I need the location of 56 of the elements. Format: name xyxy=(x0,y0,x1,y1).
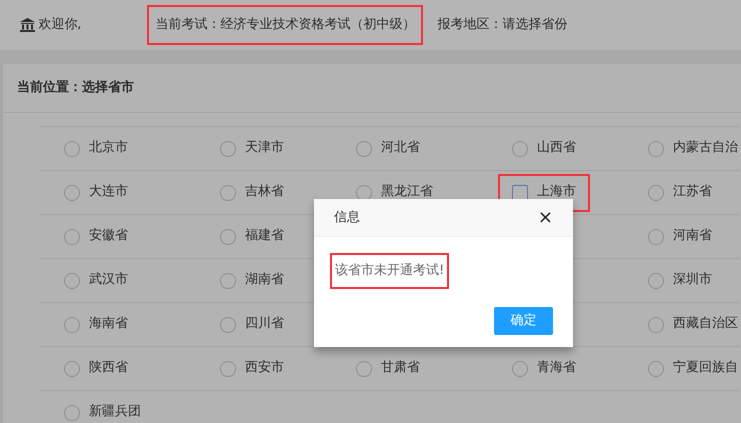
region-label[interactable]: 宁夏回族自 xyxy=(673,361,738,376)
radio-button[interactable] xyxy=(64,140,80,156)
radio-button[interactable] xyxy=(220,360,236,376)
radio-button[interactable] xyxy=(64,316,80,332)
radio-button[interactable] xyxy=(220,272,236,288)
region-label[interactable]: 吉林省 xyxy=(245,185,284,200)
region-label[interactable]: 深圳市 xyxy=(673,273,712,288)
region-label[interactable]: 海南省 xyxy=(89,317,128,332)
radio-button[interactable] xyxy=(220,140,236,156)
region-label[interactable]: 青海省 xyxy=(537,361,576,376)
dialog-title: 信息 xyxy=(334,208,360,227)
region-label[interactable]: 内蒙古自治 xyxy=(673,141,738,156)
region-label[interactable]: 西安市 xyxy=(245,361,284,376)
region-label[interactable]: 天津市 xyxy=(245,141,284,156)
region-label[interactable]: 西藏自治区 xyxy=(673,317,738,332)
radio-button[interactable] xyxy=(64,360,80,376)
radio-button[interactable] xyxy=(64,228,80,244)
radio-button[interactable] xyxy=(220,184,236,200)
region-label[interactable]: 陕西省 xyxy=(89,361,128,376)
radio-button[interactable] xyxy=(64,184,80,200)
region-label[interactable]: 安徽省 xyxy=(89,229,128,244)
radio-button[interactable] xyxy=(648,228,664,244)
region-label[interactable]: 江苏省 xyxy=(673,185,712,200)
region-label[interactable]: 湖南省 xyxy=(245,273,284,288)
radio-button[interactable] xyxy=(64,272,80,288)
breadcrumb: 当前位置：选择省市 xyxy=(3,64,741,113)
radio-button[interactable] xyxy=(648,272,664,288)
region-label[interactable]: 河北省 xyxy=(381,141,420,156)
region-label[interactable]: 甘肃省 xyxy=(381,361,420,376)
region-label[interactable]: 大连市 xyxy=(89,185,128,200)
region-label[interactable]: 河南省 xyxy=(673,229,712,244)
region-label[interactable]: 北京市 xyxy=(89,141,128,156)
radio-button[interactable] xyxy=(648,184,664,200)
radio-button[interactable] xyxy=(356,360,372,376)
exam-region: 报考地区：请选择省份 xyxy=(437,16,568,34)
radio-button[interactable] xyxy=(356,140,372,156)
radio-button[interactable] xyxy=(64,404,80,420)
welcome-text: 欢迎你, xyxy=(38,16,82,34)
radio-button[interactable] xyxy=(220,228,236,244)
region-label[interactable]: 武汉市 xyxy=(89,273,128,288)
region-label[interactable]: 四川省 xyxy=(245,317,284,332)
radio-button[interactable] xyxy=(512,140,528,156)
radio-button[interactable] xyxy=(512,360,528,376)
region-label[interactable]: 新疆兵团 xyxy=(89,405,141,420)
radio-button[interactable] xyxy=(648,140,664,156)
region-label[interactable]: 上海市 xyxy=(537,185,576,200)
radio-button[interactable] xyxy=(648,316,664,332)
radio-button[interactable] xyxy=(220,316,236,332)
region-label[interactable]: 山西省 xyxy=(537,141,576,156)
current-exam: 当前考试：经济专业技术资格考试（初中级） xyxy=(147,5,424,45)
close-button[interactable]: × xyxy=(538,204,553,231)
region-label[interactable]: 黑龙江省 xyxy=(381,185,433,200)
radio-button[interactable] xyxy=(648,360,664,376)
dialog-message: 该省市未开通考试! xyxy=(330,253,450,288)
bank-icon xyxy=(20,18,35,32)
region-label[interactable]: 福建省 xyxy=(245,229,284,244)
